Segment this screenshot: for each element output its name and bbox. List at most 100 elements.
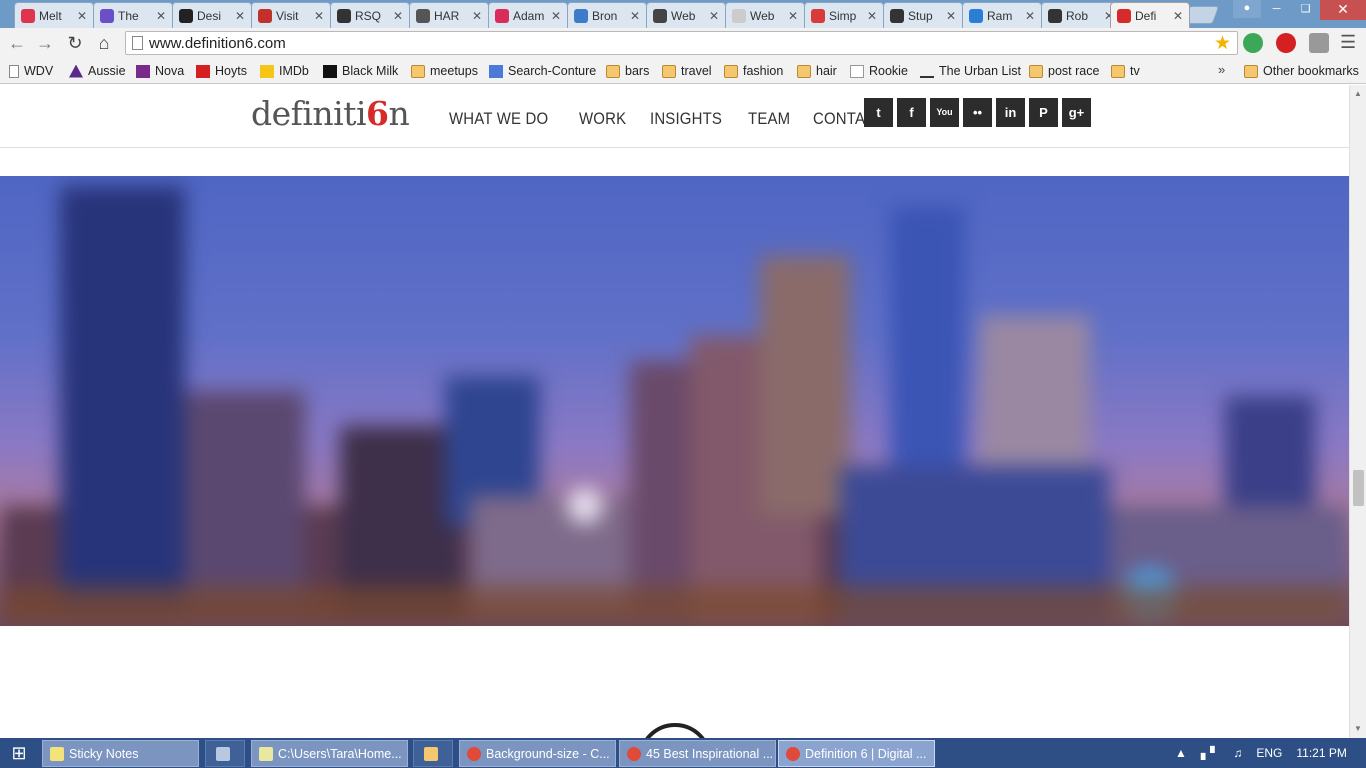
browser-tab[interactable]: Adam ✕: [488, 2, 568, 28]
back-button[interactable]: ←: [6, 32, 28, 54]
browser-tab[interactable]: Ram ✕: [962, 2, 1042, 28]
nav-link-insights[interactable]: INSIGHTS: [650, 109, 722, 129]
bookmark-item[interactable]: meetups: [411, 62, 478, 80]
nav-link-work[interactable]: WORK: [579, 109, 626, 129]
tab-close-icon[interactable]: ✕: [867, 9, 877, 23]
browser-tab[interactable]: Melt ✕: [14, 2, 94, 28]
forward-button[interactable]: →: [34, 32, 56, 54]
bookmark-item[interactable]: IMDb: [260, 62, 309, 80]
signal-icon[interactable]: ▖▘: [1201, 746, 1219, 760]
browser-tab[interactable]: Desi ✕: [172, 2, 252, 28]
site-logo[interactable]: definiti6n: [251, 94, 410, 133]
close-window-button[interactable]: ✕: [1320, 0, 1366, 20]
scroll-down-arrow-icon[interactable]: ▼: [1354, 724, 1362, 733]
bookmark-item[interactable]: Search-Conture: [489, 62, 596, 80]
bookmark-item[interactable]: hair: [797, 62, 837, 80]
tab-close-icon[interactable]: ✕: [946, 9, 956, 23]
bookmark-item[interactable]: post race: [1029, 62, 1099, 80]
browser-tab[interactable]: Bron ✕: [567, 2, 647, 28]
bookmark-item[interactable]: Nova: [136, 62, 184, 80]
clock[interactable]: 11:21 PM: [1296, 746, 1346, 760]
tab-label: Adam: [513, 8, 545, 23]
tab-close-icon[interactable]: ✕: [472, 9, 482, 23]
tab-close-icon[interactable]: ✕: [156, 9, 166, 23]
tab-close-icon[interactable]: ✕: [1173, 9, 1183, 23]
google-plus-icon[interactable]: g+: [1062, 98, 1091, 127]
linkedin-icon[interactable]: in: [996, 98, 1025, 127]
tab-close-icon[interactable]: ✕: [709, 9, 719, 23]
bookmark-label: tv: [1130, 64, 1140, 78]
taskbar-item[interactable]: Definition 6 | Digital ...: [778, 740, 935, 767]
home-button[interactable]: ⌂: [93, 32, 115, 54]
browser-tab[interactable]: Web ✕: [646, 2, 726, 28]
chrome-menu-icon[interactable]: ☰: [1340, 32, 1356, 53]
taskbar-item[interactable]: 45 Best Inspirational ...: [619, 740, 776, 767]
scroll-thumb[interactable]: [1353, 470, 1364, 506]
calculator-icon: [215, 746, 230, 761]
maximize-button[interactable]: ❑: [1291, 0, 1320, 20]
taskbar-item[interactable]: [205, 740, 245, 767]
volume-icon[interactable]: ♫: [1233, 746, 1242, 760]
url-input[interactable]: [149, 35, 1049, 52]
tab-close-icon[interactable]: ✕: [788, 9, 798, 23]
minimize-button[interactable]: ─: [1262, 0, 1291, 20]
nav-link-what-we-do[interactable]: WHAT WE DO: [449, 109, 548, 129]
tab-close-icon[interactable]: ✕: [1025, 9, 1035, 23]
browser-tab[interactable]: HAR ✕: [409, 2, 489, 28]
language-indicator[interactable]: ENG: [1256, 746, 1282, 760]
start-button[interactable]: ⊞: [0, 738, 38, 768]
bookmark-item[interactable]: Black Milk: [323, 62, 398, 80]
tab-close-icon[interactable]: ✕: [314, 9, 324, 23]
taskbar-item[interactable]: C:\Users\Tara\Home...: [251, 740, 408, 767]
browser-tab[interactable]: RSQ ✕: [330, 2, 410, 28]
bookmark-item[interactable]: Rookie: [850, 62, 908, 80]
flickr-icon[interactable]: ••: [963, 98, 992, 127]
nav-link-team[interactable]: TEAM: [748, 109, 790, 129]
bookmark-item[interactable]: WDV: [9, 62, 53, 80]
bookmark-item[interactable]: The Urban List: [920, 62, 1021, 80]
tab-close-icon[interactable]: ✕: [77, 9, 87, 23]
browser-tab[interactable]: Simp ✕: [804, 2, 884, 28]
hero-image: [0, 176, 1349, 626]
urban-list-icon: [920, 65, 934, 78]
adblock-extension-icon[interactable]: [1276, 33, 1296, 53]
tab-close-icon[interactable]: ✕: [630, 9, 640, 23]
browser-tab[interactable]: The ✕: [93, 2, 173, 28]
browser-tab[interactable]: Web ✕: [725, 2, 805, 28]
twitter-icon[interactable]: t: [864, 98, 893, 127]
page-scrollbar[interactable]: ▲ ▼: [1349, 85, 1366, 738]
taskbar-item[interactable]: [413, 740, 453, 767]
browser-tab[interactable]: Visit ✕: [251, 2, 331, 28]
reload-button[interactable]: ↻: [64, 32, 86, 54]
bookmark-item[interactable]: Hoyts: [196, 62, 247, 80]
folder-icon: [606, 64, 620, 78]
browser-tab[interactable]: Stup ✕: [883, 2, 963, 28]
other-bookmarks[interactable]: Other bookmarks: [1244, 62, 1359, 80]
browser-tab[interactable]: Rob ✕: [1041, 2, 1121, 28]
scroll-up-arrow-icon[interactable]: ▲: [1354, 89, 1362, 98]
bookmark-item[interactable]: tv: [1111, 62, 1140, 80]
bookmark-star-icon[interactable]: ★: [1214, 32, 1231, 55]
bookmark-item[interactable]: fashion: [724, 62, 783, 80]
browser-tab[interactable]: Defi ✕: [1110, 2, 1190, 28]
taskbar-item[interactable]: Background-size - C...: [459, 740, 616, 767]
tab-close-icon[interactable]: ✕: [551, 9, 561, 23]
bookmarks-overflow-button[interactable]: »: [1218, 62, 1225, 77]
bookmark-item[interactable]: bars: [606, 62, 649, 80]
profile-icon[interactable]: ●: [1233, 0, 1261, 18]
taskbar-item[interactable]: Sticky Notes: [42, 740, 199, 767]
taskbar-item-label: 45 Best Inspirational ...: [646, 746, 774, 761]
off-extension-icon[interactable]: [1309, 33, 1329, 53]
grammarly-extension-icon[interactable]: [1243, 33, 1263, 53]
tab-close-icon[interactable]: ✕: [393, 9, 403, 23]
bookmark-label: Search-Conture: [508, 64, 597, 78]
address-bar[interactable]: ★: [125, 31, 1238, 55]
facebook-icon[interactable]: f: [897, 98, 926, 127]
youtube-icon[interactable]: You: [930, 98, 959, 127]
show-hidden-icons-icon[interactable]: ▲: [1175, 746, 1187, 760]
bookmark-item[interactable]: Aussie: [69, 62, 126, 80]
pinterest-icon[interactable]: P: [1029, 98, 1058, 127]
chrome-icon: [467, 746, 481, 761]
tab-close-icon[interactable]: ✕: [235, 9, 245, 23]
bookmark-item[interactable]: travel: [662, 62, 712, 80]
